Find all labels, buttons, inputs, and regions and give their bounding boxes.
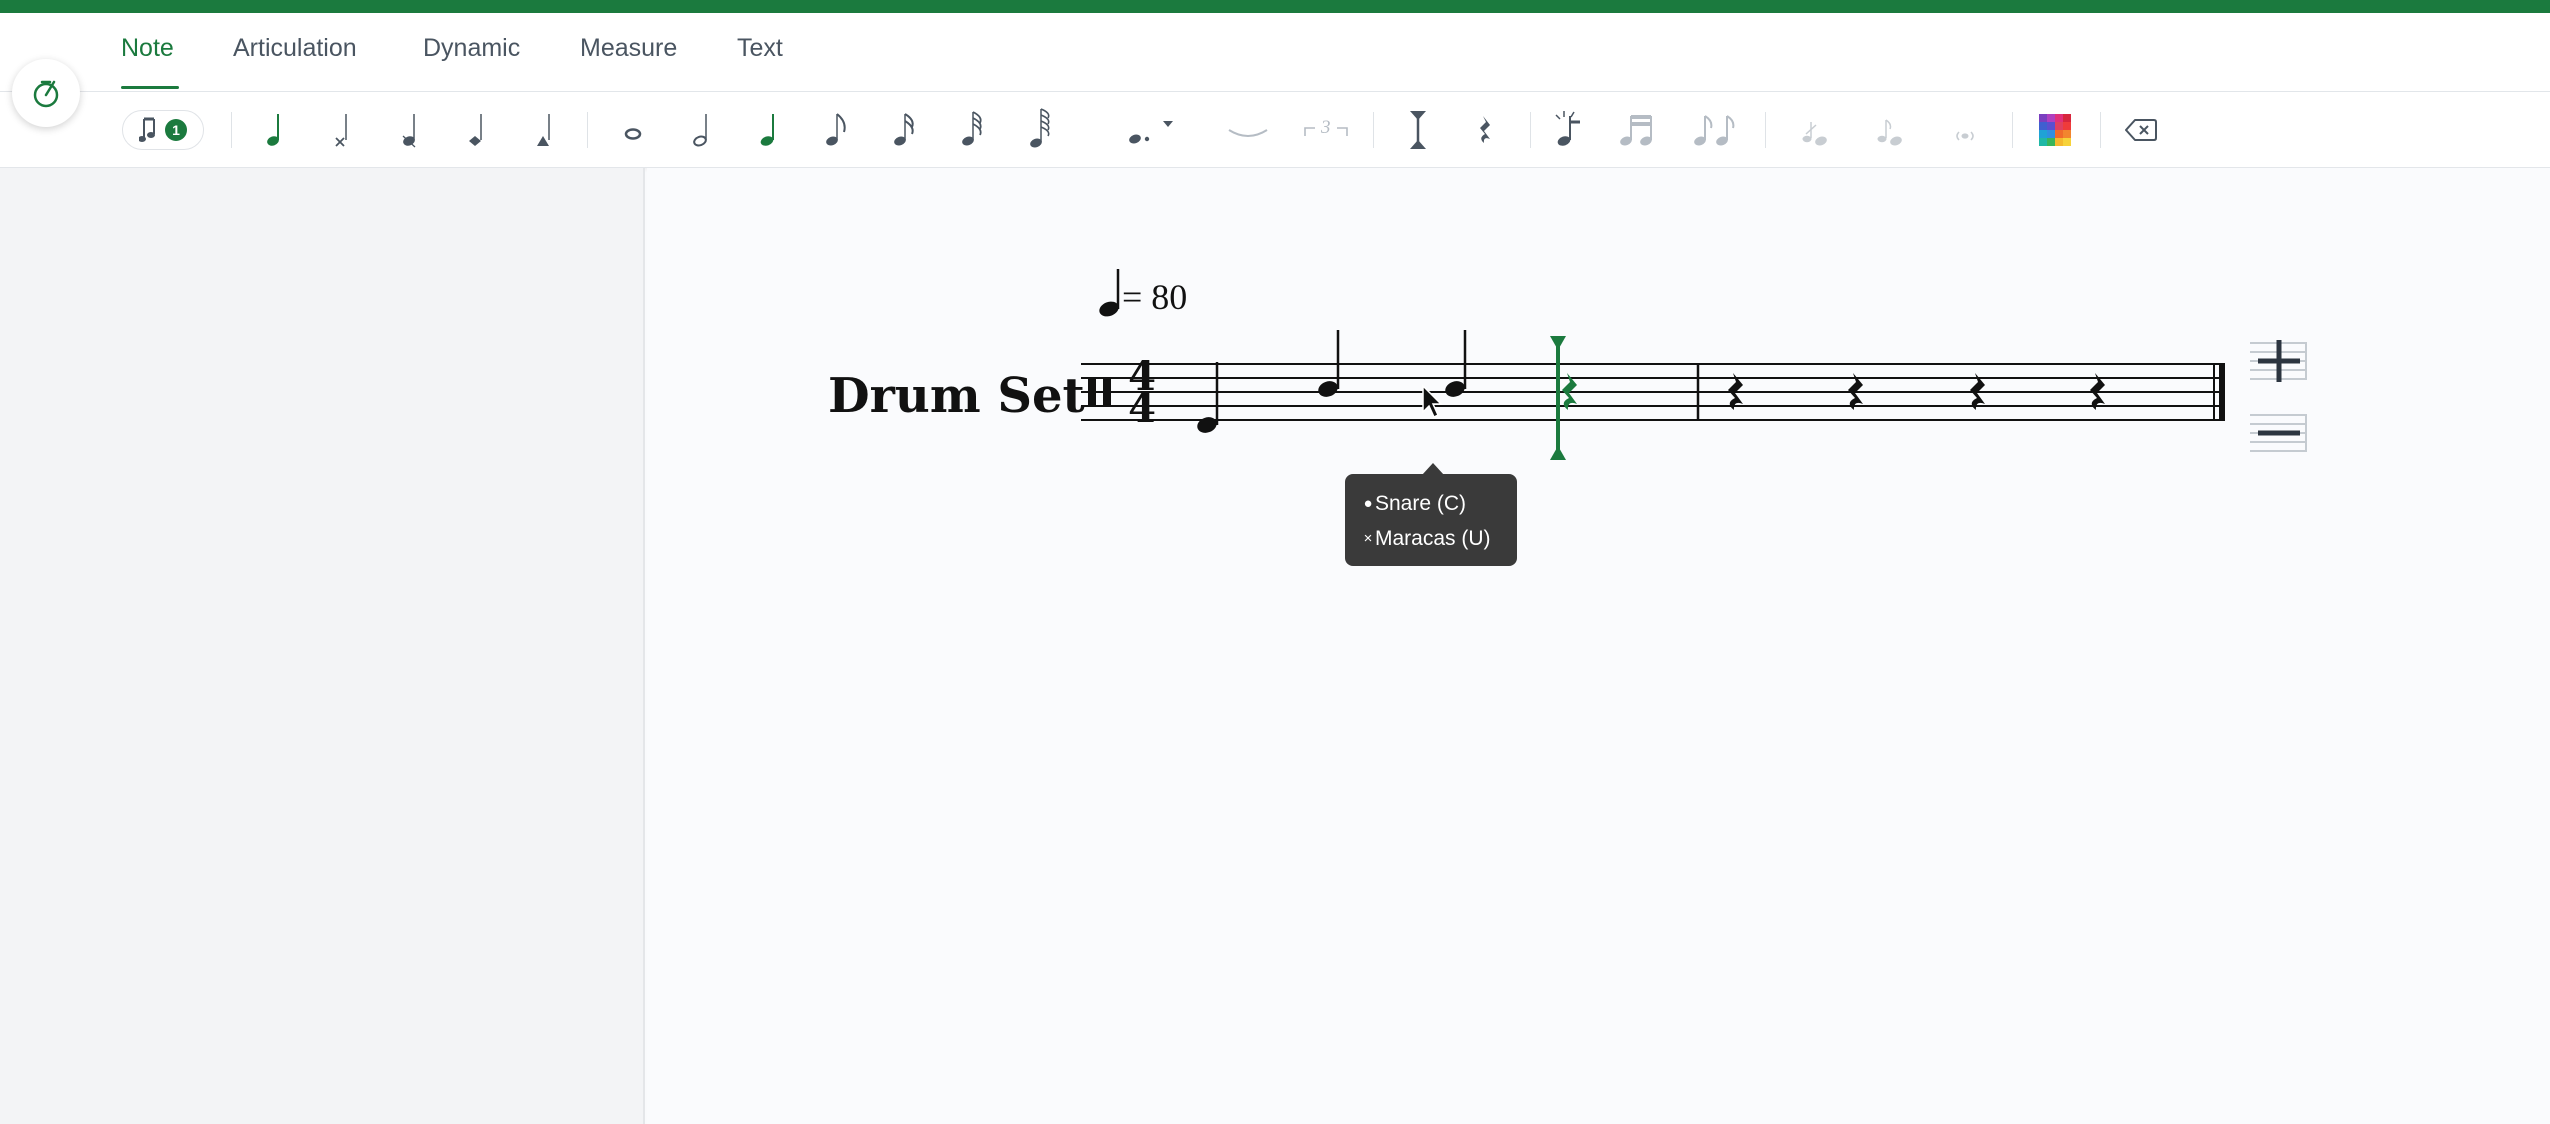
tab-bar: Note Articulation Dynamic Measure Text [0,13,2550,92]
tuplet-button[interactable]: 3 [1294,102,1358,158]
tie-button[interactable] [1220,102,1276,158]
notehead-icon: ● [1363,495,1373,512]
note-bass-drum[interactable] [1195,362,1219,435]
normal-notehead-button[interactable] [247,102,303,158]
dotted-note-icon [1129,134,1150,144]
instrument-name[interactable]: Drum Set [828,368,1085,424]
thirty-second-note-button[interactable] [944,102,1000,158]
tie-icon [1228,129,1268,137]
chevron-down-icon [1163,121,1173,127]
note-toolbar: 1 3 [0,92,2550,168]
parenthesized-note-icon [1956,131,1974,141]
sparkle-note-icon [1555,111,1580,146]
top-accent-bar [0,0,2550,13]
mouse-pointer-icon [1422,384,1443,419]
score-canvas[interactable]: = 80 Drum Set 4 4 ● Snare (C) × Maracas … [647,168,2550,1124]
quarter-rest-icon [1480,116,1490,143]
dot-button[interactable] [1115,102,1185,158]
toolbar-divider [231,112,232,148]
half-note-button[interactable] [673,102,729,158]
tooltip-item-snare: Snare (C) [1375,491,1467,515]
normal-notehead-icon [267,114,279,146]
color-picker-button[interactable] [2027,102,2083,158]
instrument-tooltip: ● Snare (C) × Maracas (U) [1345,474,1517,566]
color-palette-icon [2039,114,2071,146]
tuplet-number: 3 [1321,117,1331,138]
backspace-icon [2125,119,2157,141]
whole-note-icon [624,128,642,140]
time-signature-bottom: 4 [1128,385,1156,432]
diamond-notehead-icon [469,114,482,146]
add-measure-button[interactable] [2250,340,2307,382]
circle-x-notehead-icon [402,114,416,148]
rest-button[interactable] [1458,102,1514,158]
metronome-icon [33,80,59,108]
beamed-notes-icon [1620,115,1652,146]
sixty-fourth-note-icon [1030,108,1050,148]
insert-cursor-button[interactable] [1390,102,1446,158]
voice-count-badge: 1 [165,119,187,141]
separate-notes-icon [1694,115,1735,146]
toolbar-divider [1373,112,1374,148]
eighth-note-icon [826,113,846,146]
tab-measure[interactable]: Measure [580,34,677,63]
sixteenth-note-icon [894,113,914,146]
parenthesis-button[interactable] [1937,102,1993,158]
sixty-fourth-note-button[interactable] [1012,102,1068,158]
tempo-marking[interactable]: = 80 [1097,269,1187,319]
tooltip-item-maracas: Maracas (U) [1375,526,1491,550]
tab-dynamic[interactable]: Dynamic [423,34,520,63]
tempo-value: = 80 [1122,277,1187,317]
x-notehead-button[interactable] [314,102,370,158]
beam-button[interactable] [1610,102,1666,158]
toolbar-divider [1530,112,1531,148]
sixteenth-note-button[interactable] [876,102,932,158]
voice-selector[interactable]: 1 [122,110,204,150]
grace-slash-icon [1802,122,1827,146]
toolbar-divider [587,112,588,148]
appoggiatura-button[interactable] [1861,102,1917,158]
grace-note-button[interactable] [1540,102,1596,158]
break-beam-button[interactable] [1684,102,1744,158]
quarter-note-icon [760,114,774,146]
x-notehead-icon [335,114,347,147]
toolbar-divider [2012,112,2013,148]
input-cursor[interactable] [1550,336,1566,460]
grace-note-icon [1877,119,1902,146]
remove-measure-button[interactable] [2250,414,2307,452]
triangle-notehead-icon [537,114,550,146]
tooltip-row-snare: ● Snare (C) [1361,486,1517,521]
staff [1081,363,2225,421]
half-note-icon [693,114,707,147]
ghost-x-notehead-button[interactable] [382,102,438,158]
left-side-panel [0,168,645,1124]
toolbar-divider [1765,112,1766,148]
whole-note-button[interactable] [605,102,661,158]
metronome-button[interactable] [12,59,80,127]
quarter-note-button[interactable] [740,102,796,158]
thirty-second-note-icon [962,111,982,146]
toolbar-divider [2100,112,2101,148]
text-cursor-icon [1410,111,1426,149]
tab-note[interactable]: Note [121,34,174,63]
tooltip-row-maracas: × Maracas (U) [1361,521,1517,556]
active-tab-indicator [121,86,179,89]
voice-notes-icon [139,117,155,142]
tab-text[interactable]: Text [737,34,783,63]
eighth-note-button[interactable] [808,102,864,158]
delete-button[interactable] [2113,102,2169,158]
triangle-notehead-button[interactable] [517,102,573,158]
tab-articulation[interactable]: Articulation [233,34,357,63]
x-notehead-icon: × [1363,530,1373,547]
acciaccatura-button[interactable] [1786,102,1842,158]
diamond-notehead-button[interactable] [449,102,505,158]
